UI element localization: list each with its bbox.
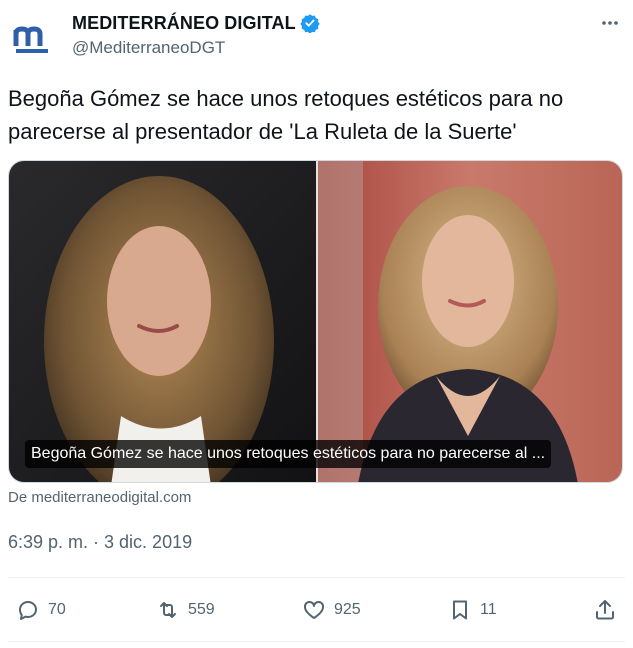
author-handle[interactable]: @MediterraneoDGT: [72, 38, 320, 58]
card-caption: Begoña Gómez se hace unos retoques estét…: [25, 440, 552, 468]
author-block[interactable]: MEDITERRÁNEO DIGITAL @MediterraneoDGT: [72, 12, 320, 58]
avatar[interactable]: [8, 12, 56, 60]
link-card[interactable]: Begoña Gómez se hace unos retoques estét…: [8, 160, 623, 483]
tweet-text: Begoña Gómez se hace unos retoques estét…: [8, 86, 564, 144]
more-button[interactable]: [599, 12, 621, 34]
reply-count: 70: [48, 601, 66, 618]
action-bar: 70 559 925 11: [8, 590, 625, 630]
like-count: 925: [334, 601, 361, 618]
like-icon: [304, 600, 324, 619]
retweet-count: 559: [188, 601, 215, 618]
reply-icon: [19, 601, 37, 620]
card-photo-left: [9, 161, 316, 482]
more-icon: [602, 21, 618, 25]
divider: [8, 641, 625, 642]
author-name[interactable]: MEDITERRÁNEO DIGITAL: [72, 13, 296, 34]
tweet-timestamp[interactable]: 6:39 p. m. · 3 dic. 2019: [8, 532, 192, 553]
verified-badge-icon: [300, 14, 320, 33]
m-logo-icon: [13, 26, 48, 53]
like-button[interactable]: 925: [302, 590, 361, 630]
bookmark-count: 11: [480, 601, 497, 618]
card-photo-right: [318, 161, 622, 482]
reply-button[interactable]: 70: [16, 590, 66, 630]
retweet-icon: [160, 602, 176, 618]
bookmark-button[interactable]: 11: [448, 590, 497, 630]
retweet-button[interactable]: 559: [156, 590, 215, 630]
share-icon: [596, 600, 614, 620]
share-button[interactable]: [593, 590, 617, 630]
card-source-link[interactable]: De mediterraneodigital.com: [8, 489, 191, 506]
bookmark-icon: [453, 600, 467, 620]
divider: [8, 577, 625, 578]
